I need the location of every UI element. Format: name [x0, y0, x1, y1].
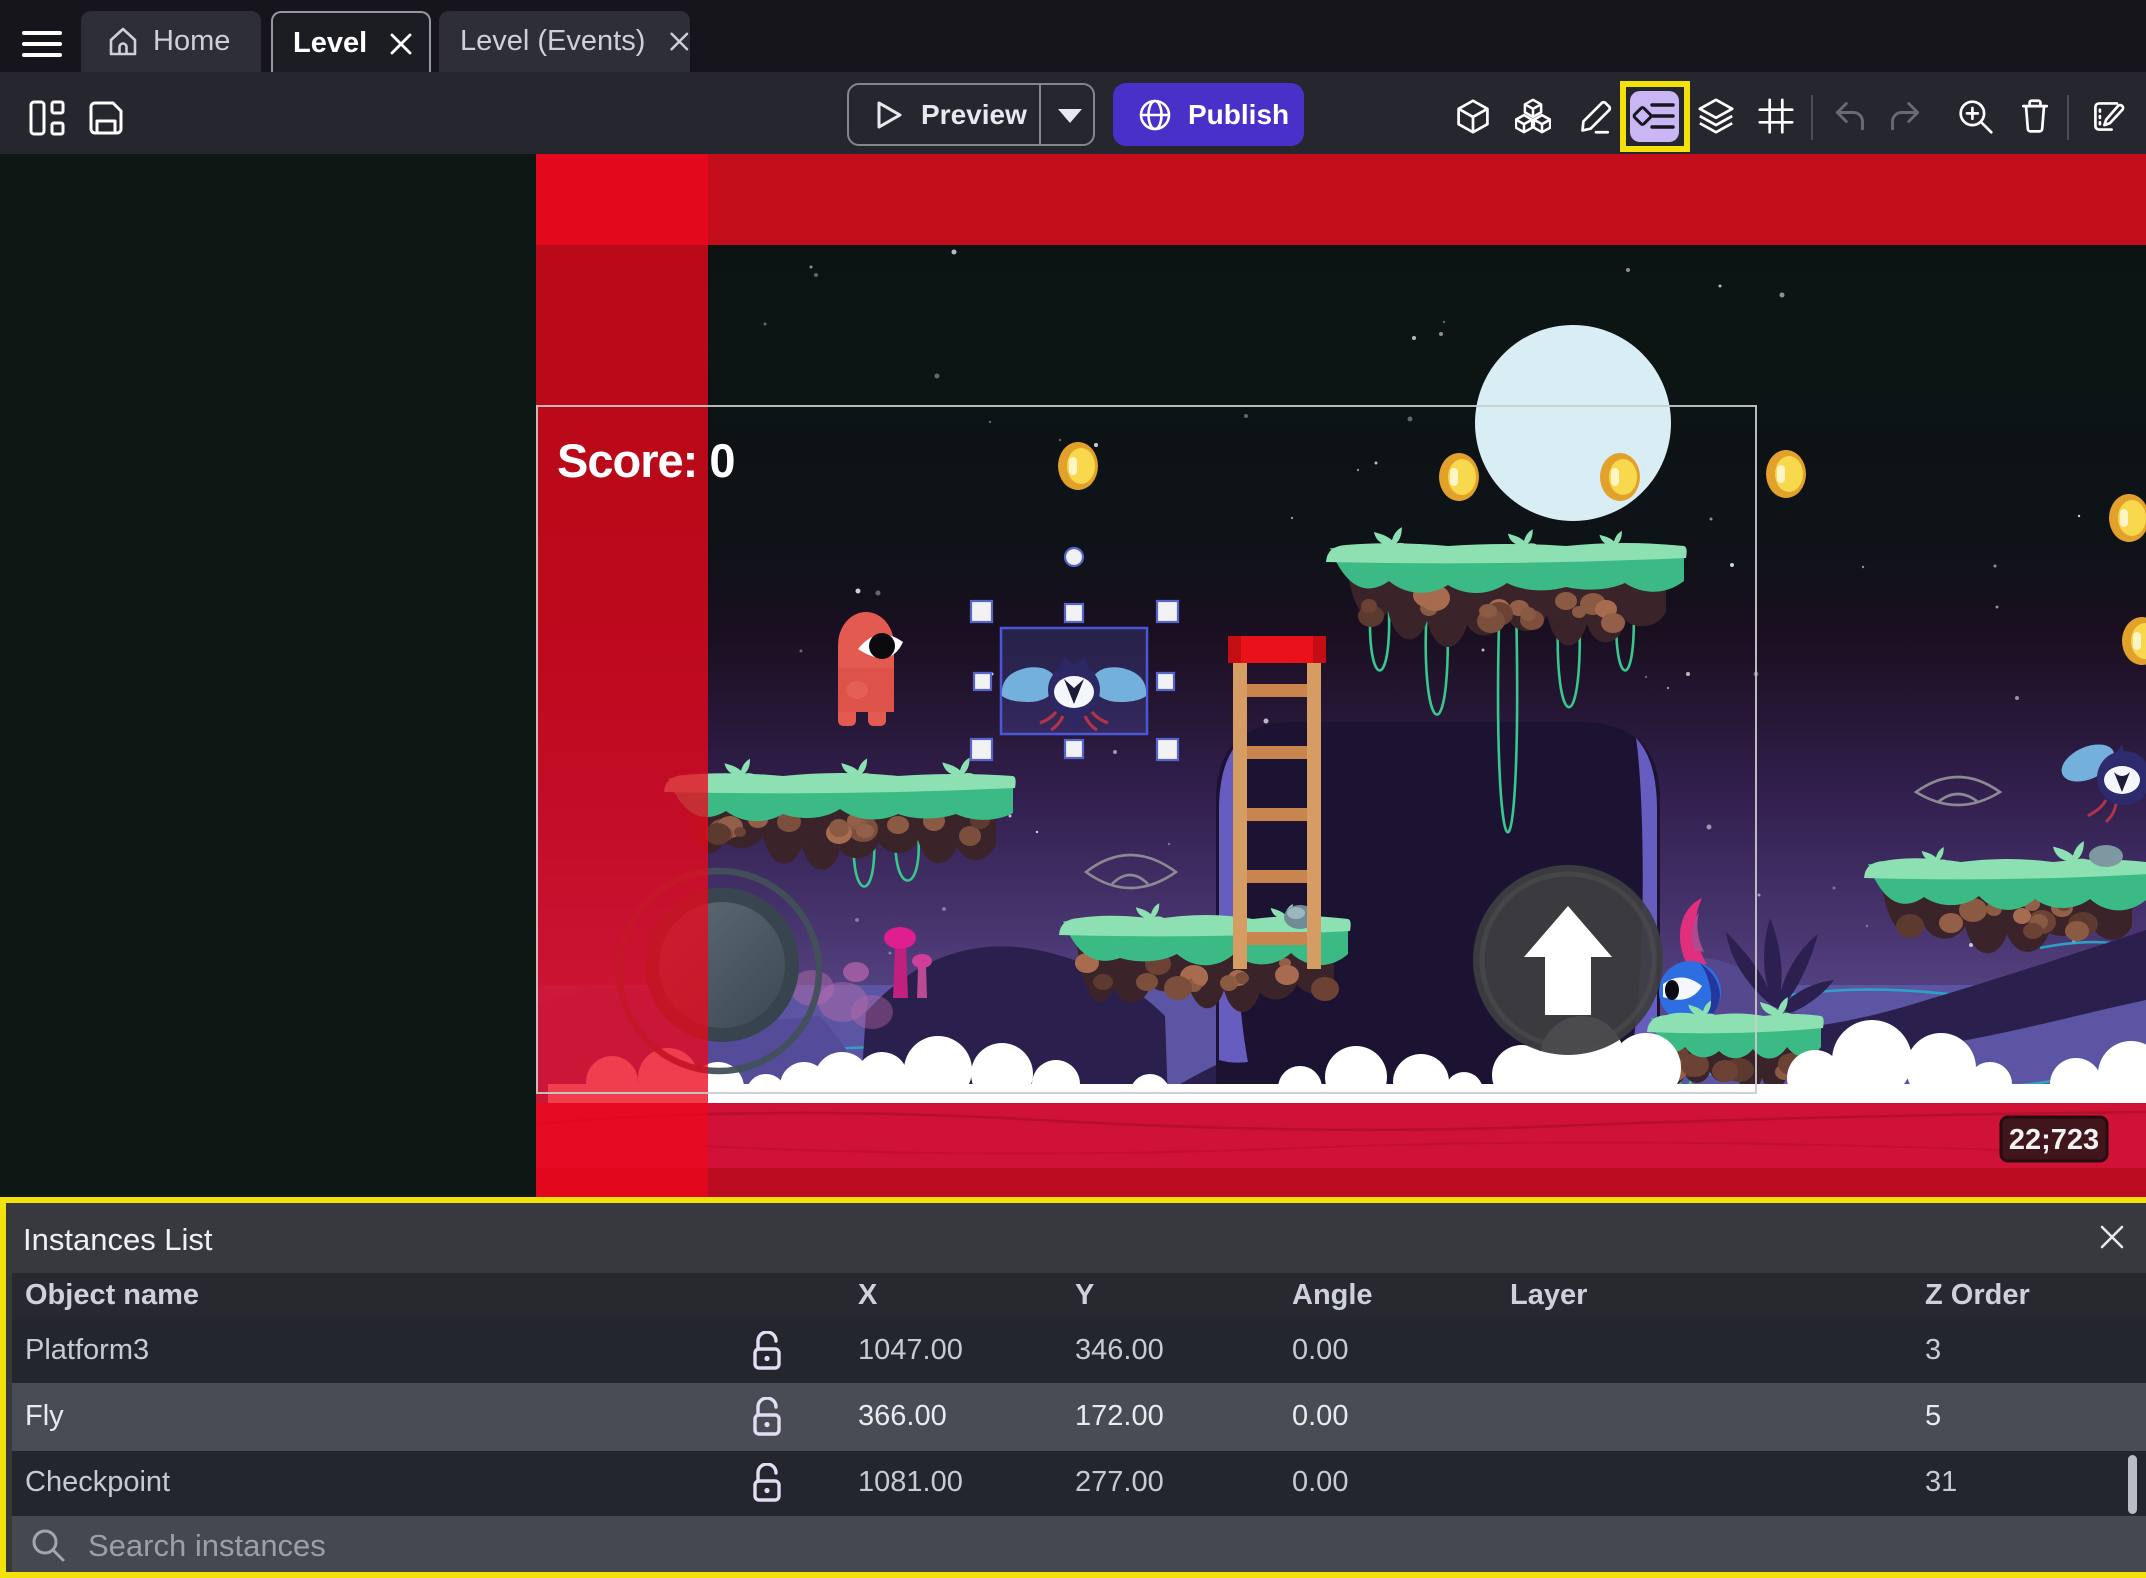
svg-text:22;723: 22;723	[2009, 1124, 2099, 1156]
svg-text:Score: 0: Score: 0	[557, 434, 734, 487]
